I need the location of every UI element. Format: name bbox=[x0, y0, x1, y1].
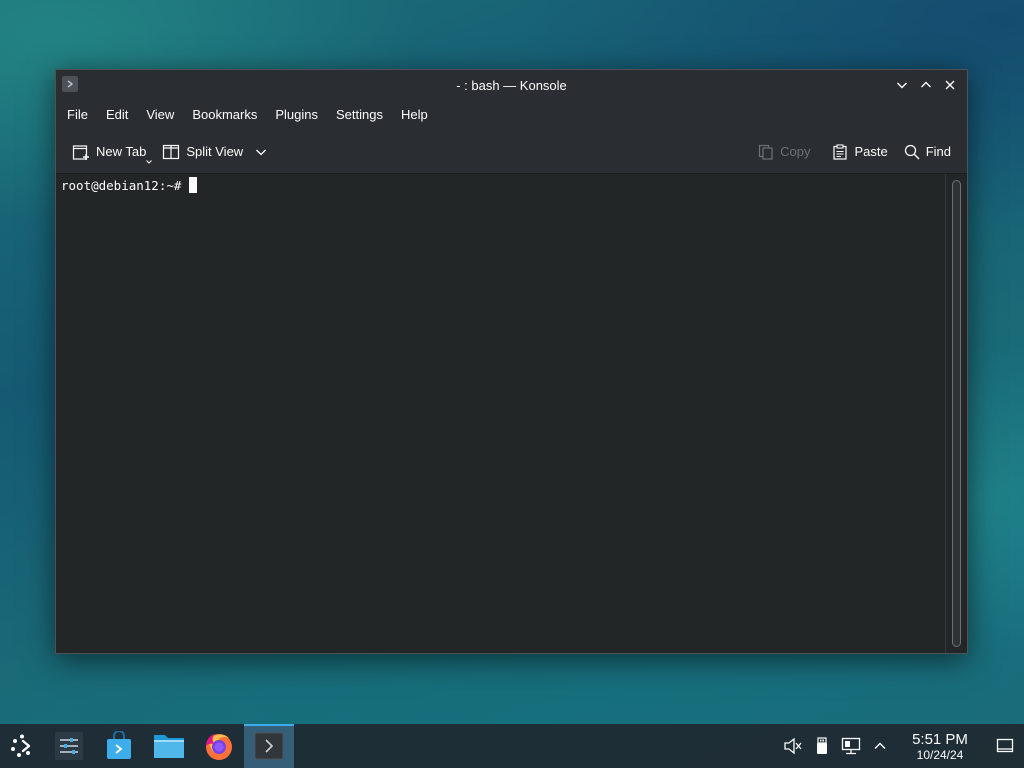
title-bar[interactable]: - : bash — Konsole bbox=[56, 70, 967, 100]
terminal-view[interactable]: root@debian12:~# bbox=[56, 174, 967, 653]
split-view-label: Split View bbox=[186, 144, 244, 159]
application-launcher[interactable] bbox=[0, 724, 44, 768]
file-manager-icon bbox=[154, 735, 184, 758]
minimize-button[interactable] bbox=[891, 74, 913, 96]
task-discover[interactable] bbox=[94, 724, 144, 768]
task-firefox[interactable] bbox=[194, 724, 244, 768]
split-view-button[interactable]: Split View bbox=[154, 136, 275, 168]
chevron-down-icon bbox=[256, 149, 267, 155]
scrollbar-thumb[interactable] bbox=[952, 180, 961, 647]
task-konsole[interactable] bbox=[244, 724, 294, 768]
toolbar-right-group: Copy Paste Find bbox=[750, 136, 959, 168]
find-button[interactable]: Find bbox=[896, 136, 959, 168]
taskbar: 5:51 PM 10/24/24 bbox=[0, 724, 1024, 768]
volume-muted-icon bbox=[783, 737, 801, 755]
new-tab-button[interactable]: New Tab bbox=[64, 136, 154, 168]
chevron-down-icon bbox=[897, 82, 907, 89]
konsole-window: - : bash — Konsole File Edit View Bookma… bbox=[55, 69, 968, 654]
chevron-up-icon bbox=[921, 81, 931, 88]
show-desktop-icon bbox=[996, 738, 1014, 753]
menu-file[interactable]: File bbox=[58, 100, 97, 130]
window-controls bbox=[891, 74, 961, 96]
menu-settings[interactable]: Settings bbox=[327, 100, 392, 130]
main-toolbar: New Tab Split View Copy Paste Find bbox=[56, 130, 967, 174]
paste-icon bbox=[833, 143, 848, 160]
maximize-button[interactable] bbox=[915, 74, 937, 96]
system-settings-icon bbox=[55, 732, 83, 760]
tray-network[interactable] bbox=[836, 724, 865, 768]
system-tray: 5:51 PM 10/24/24 bbox=[778, 724, 1024, 768]
clock-date: 10/24/24 bbox=[916, 747, 964, 762]
show-desktop-button[interactable] bbox=[986, 724, 1024, 768]
konsole-app-icon[interactable] bbox=[62, 76, 78, 92]
dropdown-arrow-icon bbox=[146, 159, 153, 164]
digital-clock[interactable]: 5:51 PM 10/24/24 bbox=[900, 732, 980, 761]
shell-prompt: root@debian12:~# bbox=[61, 177, 182, 193]
network-wired-icon bbox=[841, 737, 860, 755]
firefox-icon bbox=[206, 734, 232, 760]
paste-button[interactable]: Paste bbox=[824, 136, 895, 168]
copy-icon bbox=[758, 144, 773, 160]
task-system-settings[interactable] bbox=[44, 724, 94, 768]
menu-bar: File Edit View Bookmarks Plugins Setting… bbox=[56, 100, 967, 130]
tray-usb-device[interactable] bbox=[807, 724, 836, 768]
copy-button[interactable]: Copy bbox=[750, 136, 818, 168]
find-label: Find bbox=[925, 144, 951, 159]
tray-expand[interactable] bbox=[865, 724, 894, 768]
menu-help[interactable]: Help bbox=[392, 100, 437, 130]
copy-label: Copy bbox=[780, 144, 811, 159]
konsole-icon bbox=[254, 732, 284, 760]
new-tab-label: New Tab bbox=[96, 144, 147, 159]
close-button[interactable] bbox=[939, 74, 961, 96]
text-cursor bbox=[189, 177, 198, 193]
prompt-line: root@debian12:~# bbox=[61, 176, 198, 194]
search-icon bbox=[904, 144, 920, 159]
new-tab-icon bbox=[72, 144, 89, 160]
menu-view[interactable]: View bbox=[137, 100, 183, 130]
close-icon bbox=[945, 80, 955, 90]
usb-device-icon bbox=[816, 737, 827, 754]
window-title: - : bash — Konsole bbox=[456, 77, 567, 93]
tray-expand-icon bbox=[874, 742, 885, 749]
split-view-icon bbox=[163, 144, 180, 159]
application-launcher-icon bbox=[11, 734, 31, 757]
clock-time: 5:51 PM bbox=[912, 730, 968, 748]
terminal-scrollbar[interactable] bbox=[945, 174, 967, 653]
discover-store-icon bbox=[107, 731, 131, 759]
task-file-manager[interactable] bbox=[144, 724, 194, 768]
tray-volume[interactable] bbox=[778, 724, 807, 768]
paste-label: Paste bbox=[854, 144, 888, 159]
menu-plugins[interactable]: Plugins bbox=[266, 100, 327, 130]
menu-bookmarks[interactable]: Bookmarks bbox=[183, 100, 266, 130]
menu-edit[interactable]: Edit bbox=[97, 100, 137, 130]
